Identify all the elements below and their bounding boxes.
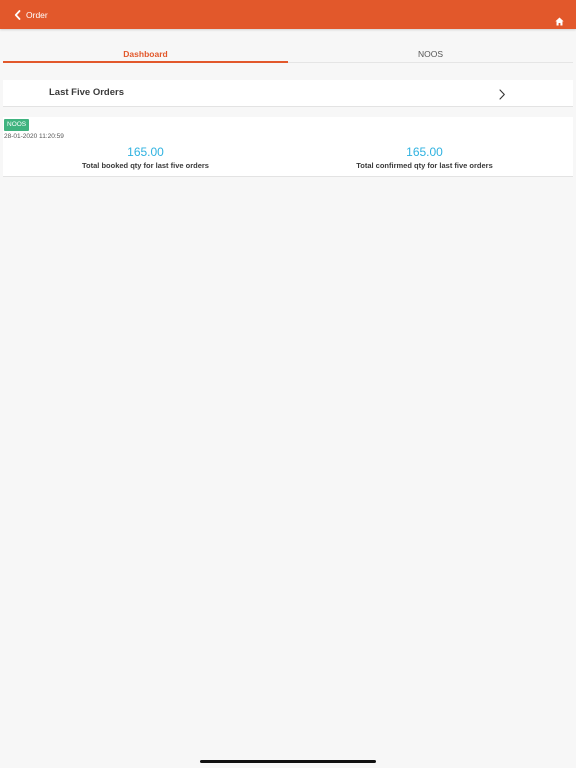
confirmed-qty-value: 165.00 xyxy=(406,145,443,159)
last-five-orders-title: Last Five Orders xyxy=(49,87,124,98)
home-indicator[interactable] xyxy=(200,760,376,763)
tab-bar: Dashboard NOOS xyxy=(3,47,573,63)
order-timestamp: 28-01-2020 11:20:59 xyxy=(4,133,64,140)
last-five-orders-row[interactable]: Last Five Orders xyxy=(3,80,573,107)
back-label: Order xyxy=(26,10,48,20)
booked-qty-stat: 165.00 Total booked qty for last five or… xyxy=(3,145,288,171)
booked-qty-label: Total booked qty for last five orders xyxy=(82,161,209,170)
chevron-right-icon xyxy=(498,89,506,100)
tab-noos[interactable]: NOOS xyxy=(288,47,573,63)
navigation-bar: Order xyxy=(0,0,576,29)
tab-dashboard[interactable]: Dashboard xyxy=(3,47,288,63)
home-button[interactable] xyxy=(555,17,564,26)
back-button[interactable]: Order xyxy=(14,9,48,21)
confirmed-qty-label: Total confirmed qty for last five orders xyxy=(356,161,493,170)
confirmed-qty-stat: 165.00 Total confirmed qty for last five… xyxy=(282,145,567,171)
chevron-left-icon xyxy=(14,10,21,20)
booked-qty-value: 165.00 xyxy=(127,145,164,159)
status-badge: NOOS xyxy=(4,119,30,131)
order-summary-card: NOOS 28-01-2020 11:20:59 165.00 Total bo… xyxy=(3,117,573,177)
home-icon xyxy=(555,17,564,26)
